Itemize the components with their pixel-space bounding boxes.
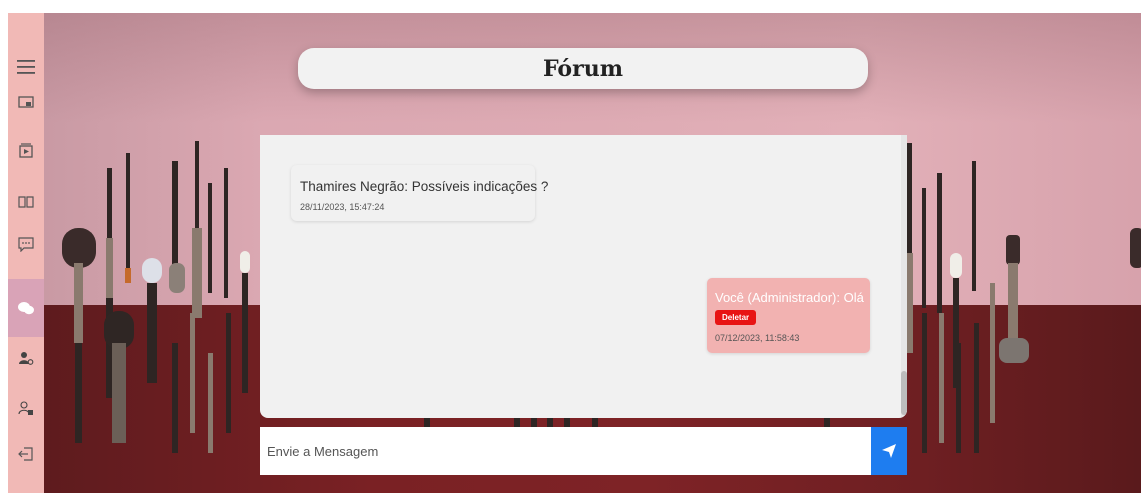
menu-icon — [17, 60, 35, 74]
sidebar-item-logout[interactable] — [8, 436, 44, 472]
user-settings-icon — [19, 351, 34, 365]
forum-icon — [18, 301, 34, 314]
sidebar-item-forum[interactable] — [8, 279, 44, 337]
send-button[interactable] — [871, 427, 907, 475]
message-input[interactable] — [260, 427, 871, 475]
sidebar — [8, 13, 44, 493]
message-composer — [260, 427, 871, 475]
app: Fórum Thamires Negrão: Possíveis indicaç… — [0, 0, 1141, 493]
sidebar-menu-toggle[interactable] — [8, 49, 44, 85]
message-bubble-incoming: Thamires Negrão: Possíveis indicações ? … — [291, 165, 548, 221]
logout-icon — [18, 447, 33, 461]
message-text: Thamires Negrão: Possíveis indicações ? — [300, 179, 549, 194]
message-bubble-own: Você (Administrador): Olá Deletar 07/12/… — [707, 278, 870, 353]
message-timestamp: 07/12/2023, 11:58:43 — [715, 333, 800, 343]
send-icon — [882, 444, 896, 458]
page-title-container: Fórum — [298, 48, 868, 89]
chat-scrollbar-thumb[interactable] — [901, 371, 907, 415]
message-timestamp: 28/11/2023, 15:47:24 — [300, 202, 385, 212]
chat-icon — [18, 236, 34, 252]
delete-message-button[interactable]: Deletar — [715, 310, 757, 325]
video-icon — [19, 142, 33, 158]
user-lock-icon — [18, 400, 33, 415]
sidebar-item-user-permissions[interactable] — [8, 390, 44, 426]
sidebar-item-messages[interactable] — [8, 226, 44, 262]
sidebar-item-videos[interactable] — [8, 132, 44, 168]
chat-panel: Thamires Negrão: Possíveis indicações ? … — [260, 135, 907, 418]
monitor-user-icon — [18, 96, 34, 108]
page-title: Fórum — [543, 55, 623, 82]
message-text: Você (Administrador): Olá — [715, 290, 864, 305]
book-icon — [18, 195, 34, 208]
sidebar-item-user-settings[interactable] — [8, 340, 44, 376]
sidebar-item-library[interactable] — [8, 183, 44, 219]
sidebar-item-profile-screen[interactable] — [8, 85, 44, 121]
